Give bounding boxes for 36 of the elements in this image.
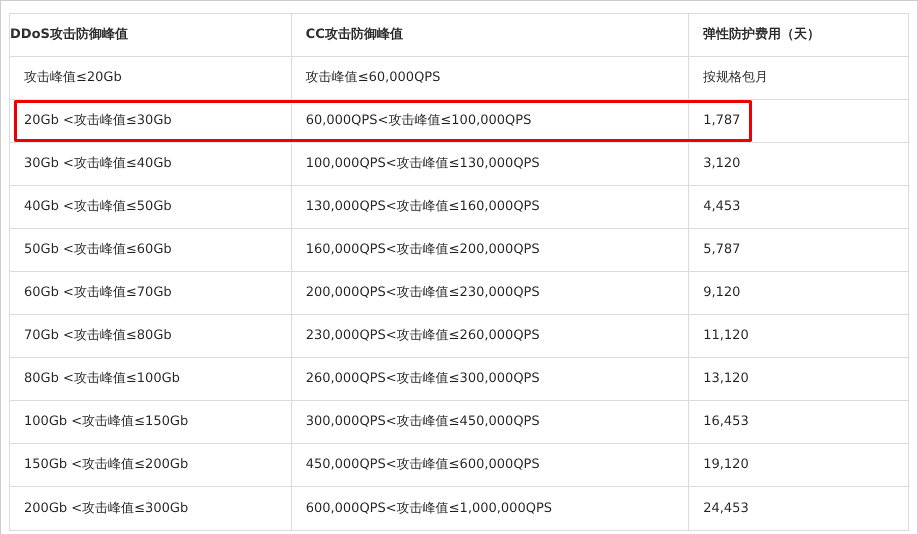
table-cell: 1,787 <box>688 100 908 142</box>
table-cell-text: 60Gb <攻击峰值≤70Gb <box>23 284 173 302</box>
table-cell-text: 70Gb <攻击峰值≤80Gb <box>23 327 173 346</box>
table-cell: 260,000QPS<攻击峰值≤300,000QPS <box>290 358 688 400</box>
table-cell: 230,000QPS<攻击峰值≤260,000QPS <box>290 315 688 357</box>
table-cell: 16,453 <box>688 401 908 443</box>
table-cell-text: 30Gb <攻击峰值≤40Gb <box>23 155 173 174</box>
table-cell-text: 100Gb <攻击峰值≤150Gb <box>23 413 190 432</box>
table-cell: 130,000QPS<攻击峰值≤160,000QPS <box>290 186 688 228</box>
table-cell-text: 80Gb <攻击峰值≤100Gb <box>23 370 181 388</box>
table-cell: 9,120 <box>688 272 908 314</box>
table-cell: 24,453 <box>688 487 908 530</box>
table-cell-text: 40Gb <攻击峰值≤50Gb <box>23 198 173 216</box>
table-cell: 160,000QPS<攻击峰值≤200,000QPS <box>290 229 688 271</box>
table-cell-text: 150Gb <攻击峰值≤200Gb <box>23 456 190 474</box>
table-cell-text: 攻击峰值≤20Gb <box>23 69 123 88</box>
table-cell: 4,453 <box>688 186 908 228</box>
column-header: 弹性防护费用（天） <box>688 14 908 56</box>
table-cell: 攻击峰值≤60,000QPS <box>290 57 688 99</box>
table-cell: 450,000QPS<攻击峰值≤600,000QPS <box>290 444 688 486</box>
column-header: CC攻击防御峰值 <box>290 14 688 56</box>
table-cell: 300,000QPS<攻击峰值≤450,000QPS <box>290 401 688 443</box>
table-cell: 按规格包月 <box>688 57 908 99</box>
table-cell: 11,120 <box>688 315 908 357</box>
table-cell-text: 200Gb <攻击峰值≤300Gb <box>23 500 190 518</box>
table-cell: 600,000QPS<攻击峰值≤1,000,000QPS <box>290 487 688 530</box>
table-cell: 3,120 <box>688 143 908 185</box>
table-cell: 13,120 <box>688 358 908 400</box>
table-cell-text: 50Gb <攻击峰值≤60Gb <box>23 241 173 260</box>
table-cell-text: 20Gb <攻击峰值≤30Gb <box>23 112 173 130</box>
table-cell: 100,000QPS<攻击峰值≤130,000QPS <box>290 143 688 185</box>
table-cell: 200,000QPS<攻击峰值≤230,000QPS <box>290 272 688 314</box>
table-cell: 60,000QPS<攻击峰值≤100,000QPS <box>290 100 688 142</box>
column-header: DDoS攻击防御峰值 <box>10 26 129 44</box>
table-cell: 19,120 <box>688 444 908 486</box>
table-cell: 5,787 <box>688 229 908 271</box>
